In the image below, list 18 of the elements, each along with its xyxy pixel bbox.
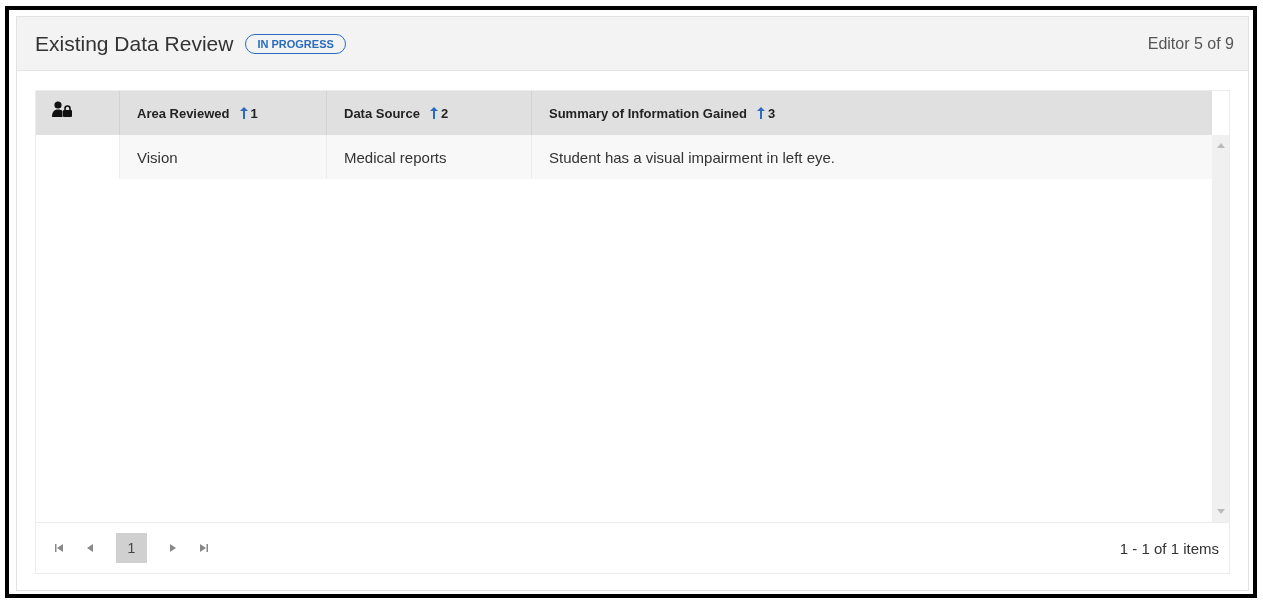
previous-page-icon[interactable] <box>85 543 95 553</box>
column-header[interactable]: Summary of Information Gained <box>549 105 747 121</box>
pager-summary: 1 - 1 of 1 items <box>1119 539 1219 557</box>
sort-order: 1 <box>250 105 258 121</box>
editor-position: Editor 5 of 9 <box>1147 34 1234 53</box>
column-header[interactable]: Area Reviewed <box>137 105 230 121</box>
panel-title: Existing Data Review <box>35 31 234 56</box>
table-cell: Student has a visual impairment in left eye. <box>531 135 1212 179</box>
last-page-icon[interactable] <box>199 543 209 553</box>
sort-order: 3 <box>767 105 776 121</box>
first-page-icon[interactable] <box>54 543 64 553</box>
column-header[interactable]: Data Source <box>344 105 420 121</box>
table-cell: Medical reports <box>326 135 531 179</box>
table-cell: Vision <box>119 135 326 179</box>
page-button[interactable]: 1 <box>116 533 147 563</box>
user-lock-icon <box>52 101 74 117</box>
sort-order: 2 <box>440 105 449 121</box>
next-page-icon[interactable] <box>168 543 178 553</box>
